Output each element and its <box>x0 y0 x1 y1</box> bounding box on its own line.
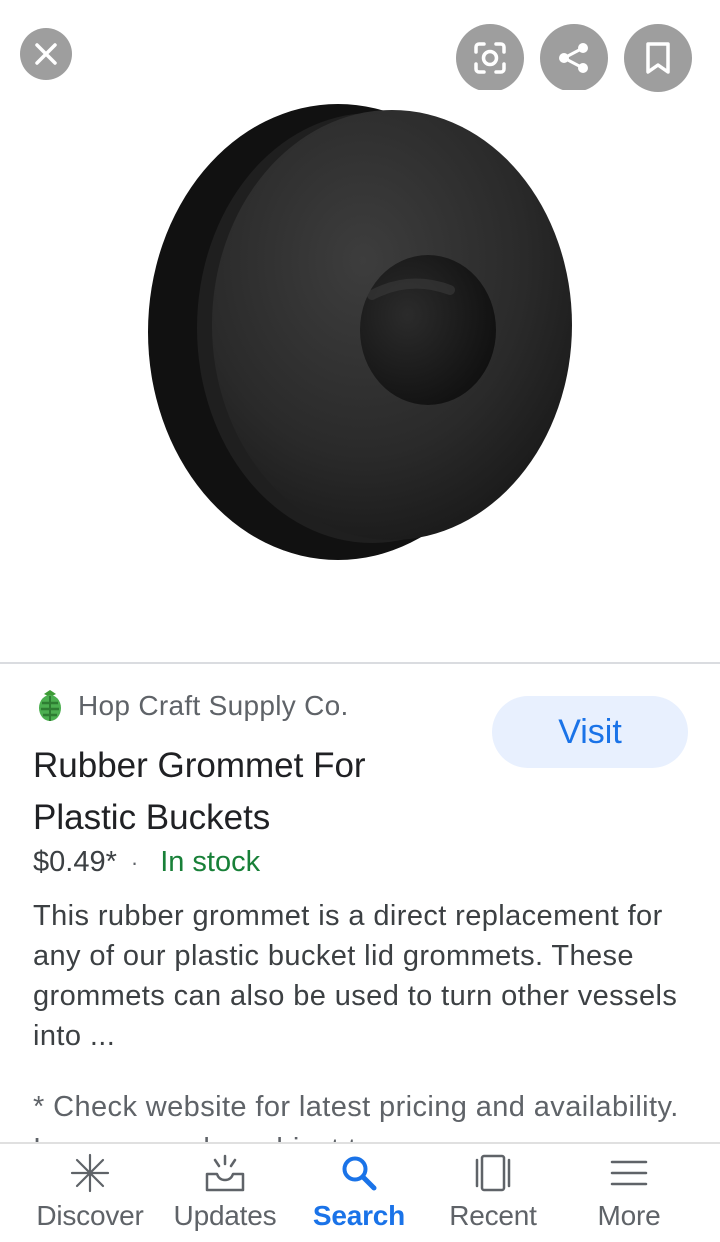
nav-label-recent: Recent <box>449 1200 537 1231</box>
menu-icon <box>608 1152 650 1194</box>
nav-label-search: Search <box>312 1200 406 1231</box>
nav-label-discover: Discover <box>36 1200 144 1231</box>
bookmark-icon <box>646 42 670 74</box>
visit-button[interactable]: Visit <box>492 696 688 768</box>
close-icon <box>35 43 57 65</box>
nav-search[interactable]: Search <box>294 1144 424 1242</box>
nav-more[interactable]: More <box>564 1144 694 1242</box>
separator: · <box>130 849 139 875</box>
share-icon <box>559 43 588 73</box>
close-button[interactable] <box>20 28 72 80</box>
price: $0.49* <box>33 846 117 878</box>
share-button[interactable] <box>540 24 608 92</box>
stock-status: In stock <box>160 846 261 878</box>
image-viewer <box>0 0 720 662</box>
product-image <box>110 90 620 585</box>
price-row: $0.49* · In stock <box>33 846 260 879</box>
product-description: This rubber grommet is a direct replacem… <box>33 900 678 1052</box>
recent-icon <box>471 1152 515 1194</box>
divider <box>0 662 720 664</box>
search-icon <box>338 1152 380 1194</box>
hop-logo-icon <box>39 690 61 721</box>
save-button[interactable] <box>624 24 692 92</box>
lens-button[interactable] <box>456 24 524 92</box>
product-title: Rubber Grommet For Plastic Buckets <box>33 746 366 837</box>
lens-icon <box>474 42 506 74</box>
discover-icon <box>69 1152 111 1194</box>
bottom-navigation: Discover Updates Search Recent More <box>0 1142 720 1242</box>
nav-label-more: More <box>597 1200 661 1231</box>
nav-discover[interactable]: Discover <box>22 1144 158 1242</box>
source-name: Hop Craft Supply Co. <box>78 690 349 721</box>
nav-recent[interactable]: Recent <box>428 1144 558 1242</box>
updates-icon <box>203 1152 247 1194</box>
nav-updates[interactable]: Updates <box>160 1144 290 1242</box>
nav-label-updates: Updates <box>173 1200 277 1231</box>
source-row[interactable]: Hop Craft Supply Co. <box>34 688 349 724</box>
